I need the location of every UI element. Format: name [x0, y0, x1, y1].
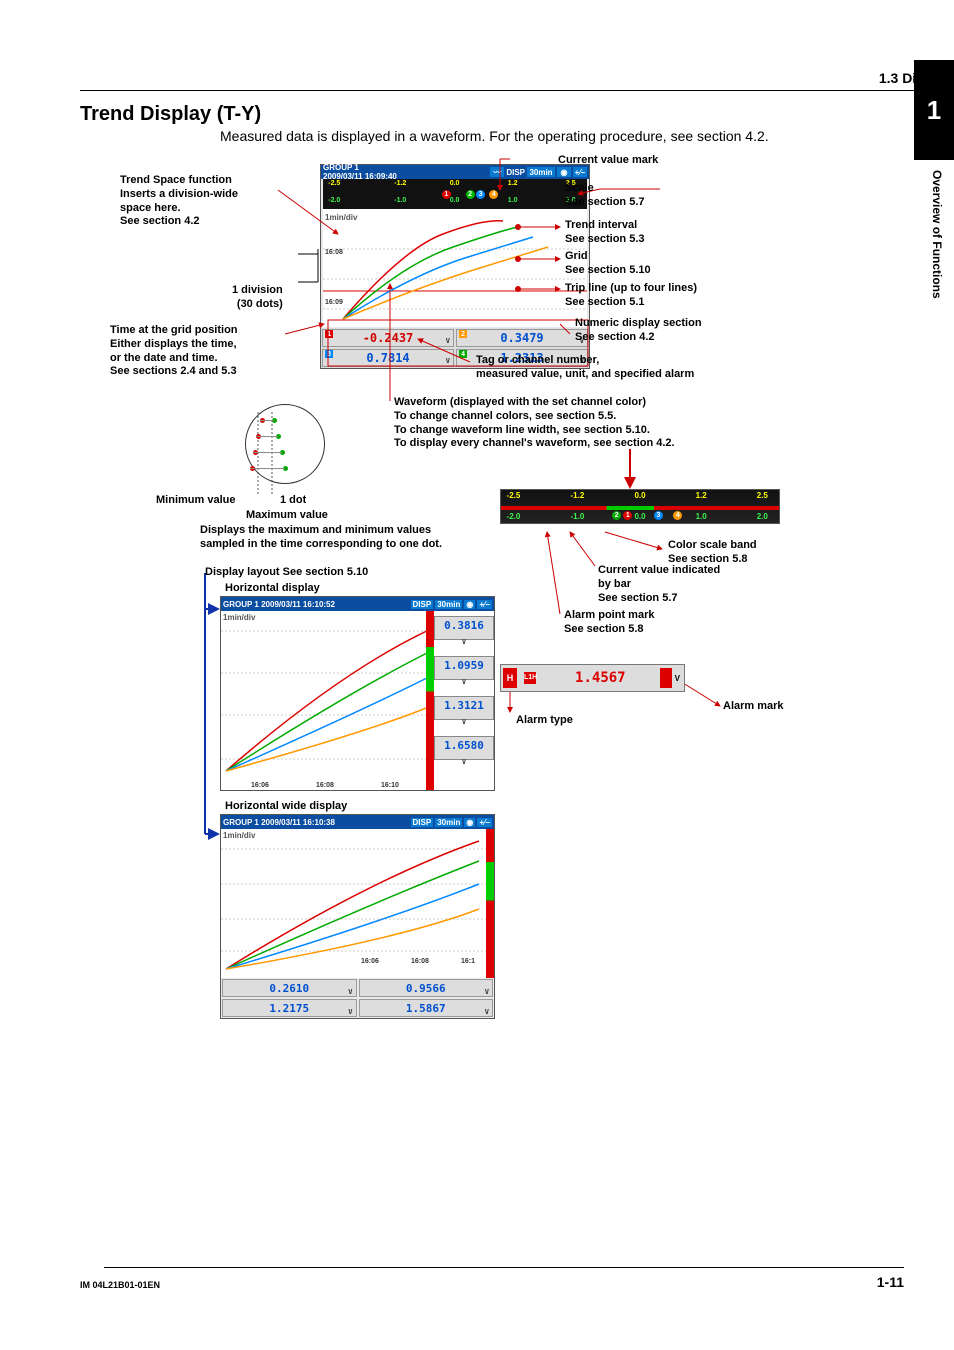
botcell-2: 0.9566V [359, 979, 494, 997]
waveform-svg: 16:08 16:09 [323, 209, 587, 327]
tick: 0.0 [450, 197, 460, 204]
label-numeric: Numeric display section See section 4.2 [575, 317, 702, 345]
tick: -2.5 [328, 180, 340, 187]
label-alarmmark: Alarm mark [723, 700, 784, 714]
camera-icon: ◉ [557, 167, 571, 177]
label-tripline: Trip line (up to four lines) See section… [565, 282, 697, 310]
marker4: 4 [489, 190, 498, 199]
label-hdisp: Horizontal display [225, 582, 320, 596]
label-scale: Scale See section 5.7 [565, 182, 645, 210]
trend-diagram: GROUP 12009/03/11 16:09:40 〰 DISP 30min … [100, 154, 860, 1054]
alarm-indicator-icon [660, 668, 672, 688]
label-displaylayout: Display layout See section 5.10 [205, 566, 368, 580]
label-division: 1 division (30 dots) [232, 284, 283, 312]
num-cell-1: 1-0.2437V [322, 329, 454, 347]
label-currentmark: Current value mark [558, 154, 658, 168]
num-cell-2: 20.3479V [456, 329, 588, 347]
label-waveform: Waveform (displayed with the set channel… [394, 396, 814, 451]
label-hwdisp: Horizontal wide display [225, 800, 347, 814]
trend-screenshot-main: GROUP 12009/03/11 16:09:40 〰 DISP 30min … [320, 164, 590, 369]
scale-snippet: -2.5 -1.2 0.0 1.2 2.5 -2.0 -1.0 0.0 1.0 … [500, 489, 780, 524]
page-number: 1-11 [104, 1267, 904, 1290]
label-colorband: Color scale band See section 5.8 [668, 539, 757, 567]
botcell-1: 0.2610V [222, 979, 357, 997]
label-trendspace: Trend Space function Inserts a division-… [120, 174, 290, 229]
rate-label: 30min [527, 167, 555, 177]
label-tagch: Tag or channel number, measured value, u… [476, 354, 694, 382]
label-trendint: Trend interval See section 5.3 [565, 219, 645, 247]
botcell-3: 1.2175V [222, 999, 357, 1017]
label-maxminnote: Displays the maximum and minimum values … [200, 524, 490, 552]
group-label: GROUP 1 [323, 163, 359, 172]
header-section: 1.3 Display [80, 70, 952, 91]
disp-label: DISP [506, 168, 525, 177]
label-timegrid: Time at the grid position Either display… [110, 324, 238, 379]
page-title: Trend Display (T-Y) [80, 103, 952, 126]
label-minvalue: Minimum value [156, 494, 235, 508]
svg-text:16:09: 16:09 [325, 299, 343, 306]
alarm-snippet: H L1H 1.4567 V [500, 664, 685, 692]
marker3: 3 [476, 190, 485, 199]
label-curbar: Current value indicated by bar See secti… [598, 564, 720, 605]
svg-text:16:08: 16:08 [411, 958, 429, 965]
label-alarmpt: Alarm point mark See section 5.8 [564, 609, 654, 637]
tick: 0.0 [450, 180, 460, 187]
trend-screenshot-horizontal: GROUP 1 2009/03/11 16:10:52DISP30min◉+⁄−… [220, 596, 495, 791]
minmax-zoom [240, 404, 330, 504]
svg-text:16:06: 16:06 [361, 958, 379, 965]
label-maxvalue: Maximum value [246, 509, 328, 523]
alarm-unit: V [675, 674, 680, 683]
svg-text:16:1: 16:1 [461, 958, 475, 965]
tick: -1.2 [394, 180, 406, 187]
num-cell-3: 30.7814V [322, 349, 454, 367]
label-grid: Grid See section 5.10 [565, 250, 651, 278]
alarm-value: 1.4567 [541, 670, 660, 686]
doc-id: IM 04L21B01-01EN [80, 1274, 160, 1290]
tick: 1.2 [508, 180, 518, 187]
svg-text:16:08: 16:08 [325, 249, 343, 256]
botcell-4: 1.5867V [359, 999, 494, 1017]
trend-screenshot-horizontal-wide: GROUP 1 2009/03/11 16:10:38DISP30min◉+⁄−… [220, 814, 495, 1019]
tick: 1.0 [508, 197, 518, 204]
wave-icon: 〰 [490, 167, 504, 177]
alarm-type-badge: H [503, 668, 517, 688]
marker1: 1 [442, 190, 451, 199]
zoom-icon: +⁄− [573, 167, 587, 177]
marker2: 2 [466, 190, 475, 199]
intro-text: Measured data is displayed in a waveform… [220, 128, 952, 144]
label-alarmtype: Alarm type [516, 714, 573, 728]
tick: -2.0 [328, 197, 340, 204]
alarm-mark-badge: L1H [524, 672, 536, 684]
tick: -1.0 [394, 197, 406, 204]
